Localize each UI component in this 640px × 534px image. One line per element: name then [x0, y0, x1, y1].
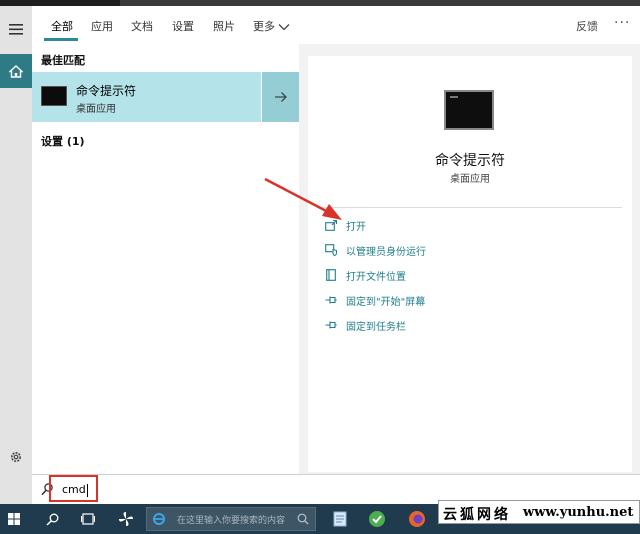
settings-section-header[interactable]: 设置 (1): [41, 133, 85, 149]
search-query: cmd: [62, 483, 86, 496]
action-open-file-location-label: 打开文件位置: [346, 271, 406, 283]
preview-divider: [318, 207, 622, 208]
arrow-right-icon: [274, 92, 287, 102]
action-pin-to-start[interactable]: 固定到"开始"屏幕: [324, 291, 425, 309]
home-icon[interactable]: [0, 54, 32, 88]
action-pin-to-taskbar-label: 固定到任务栏: [346, 321, 406, 333]
ie-browser-icon: [153, 513, 165, 525]
taskbar-search-icon[interactable]: [38, 504, 66, 534]
action-run-as-admin[interactable]: 以管理员身份运行: [324, 241, 426, 259]
best-match-item[interactable]: 命令提示符 桌面应用: [32, 72, 261, 122]
results-list: 最佳匹配 命令提示符 桌面应用 设置 (1): [32, 44, 299, 474]
action-open-file-location[interactable]: 打开文件位置: [324, 266, 406, 284]
chevron-down-icon: [278, 24, 290, 31]
tab-more[interactable]: 更多: [253, 18, 290, 34]
expand-arrow-button[interactable]: [262, 72, 299, 122]
command-prompt-large-icon: [444, 90, 494, 130]
preview-pane: 命令提示符 桌面应用 打开 以管理员身份运行 打开文件位置 固定到"开始"屏幕 …: [308, 56, 632, 472]
tab-photos[interactable]: 照片: [213, 18, 235, 34]
watermark-url: www.yunhu.net: [523, 505, 634, 520]
hamburger-menu-icon[interactable]: [0, 14, 32, 44]
pinwheel-app-icon[interactable]: [112, 504, 140, 534]
preview-app-name: 命令提示符: [435, 153, 505, 169]
pin-icon: [324, 318, 338, 332]
tab-all[interactable]: 全部: [51, 18, 73, 34]
command-prompt-icon: [41, 86, 67, 106]
task-view-icon[interactable]: [74, 504, 102, 534]
tab-settings[interactable]: 设置: [172, 18, 194, 34]
preview-app-type: 桌面应用: [450, 174, 490, 185]
watermark-cn: 云狐网络: [443, 507, 511, 523]
document-app-icon[interactable]: [326, 504, 354, 534]
feedback-button[interactable]: 反馈: [576, 18, 598, 34]
left-rail: [0, 6, 32, 504]
text-caret: [86, 483, 88, 497]
tab-more-label: 更多: [253, 20, 275, 33]
more-options-button[interactable]: ···: [614, 15, 630, 31]
annotation-arrow: [264, 177, 342, 220]
settings-gear-icon[interactable]: [0, 442, 32, 472]
site-watermark: 云狐网络 www.yunhu.net: [438, 500, 640, 524]
taskbar-search-placeholder: 在这里输入你要搜索的内容: [177, 516, 286, 526]
windows-start-icon[interactable]: [0, 504, 28, 534]
tab-documents[interactable]: 文档: [131, 18, 153, 34]
file-location-icon: [324, 268, 338, 282]
best-match-name: 命令提示符: [76, 84, 137, 98]
best-match-header: 最佳匹配: [41, 54, 85, 67]
pin-icon: [324, 293, 338, 307]
tab-apps[interactable]: 应用: [91, 18, 113, 34]
action-open-label: 打开: [346, 221, 366, 233]
action-pin-to-start-label: 固定到"开始"屏幕: [346, 296, 426, 308]
best-match-type: 桌面应用: [76, 104, 116, 115]
search-icon: [297, 513, 309, 525]
filter-tabs: 全部 应用 文档 设置 照片 更多 反馈 ···: [32, 6, 640, 44]
search-input[interactable]: cmd: [62, 483, 88, 497]
action-pin-to-taskbar[interactable]: 固定到任务栏: [324, 316, 406, 334]
taskbar-search-box[interactable]: 在这里输入你要搜索的内容: [146, 507, 316, 531]
action-run-as-admin-label: 以管理员身份运行: [346, 246, 426, 258]
shield-run-icon: [324, 243, 338, 257]
browser-green-icon[interactable]: [362, 504, 392, 534]
firefox-icon[interactable]: [402, 504, 432, 534]
active-tab-indicator: [44, 38, 78, 41]
start-search-panel: 全部 应用 文档 设置 照片 更多 反馈 ··· 最佳匹配 命令提示符 桌面应用…: [32, 6, 640, 474]
